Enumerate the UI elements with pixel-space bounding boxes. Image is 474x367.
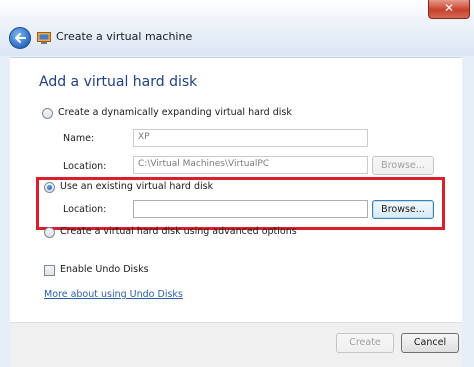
enable-undo-disks-label[interactable]: Enable Undo Disks <box>60 264 149 275</box>
back-button[interactable] <box>9 27 31 49</box>
radio-advanced-options[interactable] <box>44 227 55 238</box>
radio-existing-disk[interactable] <box>44 182 55 193</box>
radio-dynamic-disk[interactable] <box>42 108 53 119</box>
create-button[interactable]: Create <box>336 333 394 353</box>
close-icon: ✕ <box>443 1 455 15</box>
undo-disks-help-link[interactable]: More about using Undo Disks <box>44 289 183 300</box>
window-title: Create a virtual machine <box>56 30 193 43</box>
cancel-button[interactable]: Cancel <box>401 333 459 353</box>
location-label: Location: <box>63 161 107 172</box>
close-button[interactable]: ✕ <box>428 0 470 19</box>
dialog-footer: Create Cancel <box>10 322 462 367</box>
browse-button-dynamic[interactable]: Browse... <box>372 156 434 175</box>
location-field-dynamic[interactable]: C:\Virtual Machines\VirtualPC <box>133 156 368 174</box>
page-title: Add a virtual hard disk <box>39 74 198 90</box>
existing-location-label: Location: <box>63 204 107 215</box>
radio-advanced-options-label[interactable]: Create a virtual hard disk using advance… <box>60 226 297 237</box>
enable-undo-disks-checkbox[interactable] <box>44 265 55 276</box>
radio-existing-disk-label[interactable]: Use an existing virtual hard disk <box>60 181 213 192</box>
location-field-existing[interactable] <box>133 200 368 218</box>
name-field[interactable]: XP <box>133 129 368 147</box>
title-bar: ✕ Create a virtual machine <box>0 0 474 56</box>
dialog-content: Add a virtual hard disk Create a dynamic… <box>10 57 462 323</box>
virtual-pc-icon <box>37 32 51 44</box>
browse-button-existing[interactable]: Browse... <box>372 200 434 219</box>
radio-dynamic-disk-label[interactable]: Create a dynamically expanding virtual h… <box>58 107 292 118</box>
name-label: Name: <box>63 133 95 144</box>
back-arrow-icon <box>15 33 26 43</box>
